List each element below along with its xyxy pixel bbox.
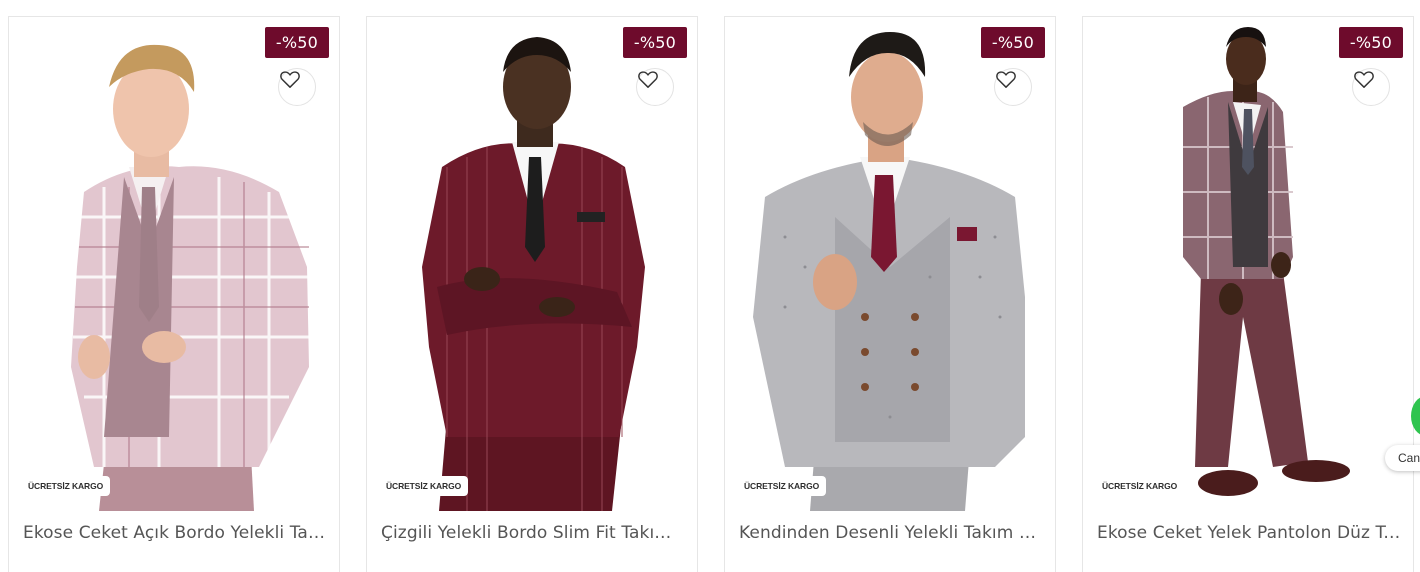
heart-icon — [280, 71, 300, 88]
free-shipping-badge: ÜCRETSİZ KARGO — [379, 476, 469, 496]
free-shipping-badge: ÜCRETSİZ KARGO — [737, 476, 827, 496]
product-card[interactable]: -%50 ÜCRETSİZ KARGO Ekose Ceket Açık Bor… — [8, 16, 340, 572]
heart-icon — [996, 71, 1016, 88]
favorite-button[interactable] — [636, 68, 674, 106]
product-card[interactable]: -%50 ÜCRETSİZ KARGO Ekose Ceket Yelek Pa… — [1082, 16, 1414, 572]
product-title[interactable]: Ekose Ceket Yelek Pantolon Düz Takım — [1097, 523, 1401, 543]
discount-badge: -%50 — [1339, 27, 1403, 58]
discount-badge: -%50 — [981, 27, 1045, 58]
product-image[interactable]: -%50 ÜCRETSİZ KARGO — [367, 17, 697, 511]
product-grid: -%50 ÜCRETSİZ KARGO Ekose Ceket Açık Bor… — [0, 0, 1420, 572]
heart-icon — [1354, 71, 1374, 88]
product-image[interactable]: -%50 ÜCRETSİZ KARGO — [9, 17, 339, 511]
discount-badge: -%50 — [265, 27, 329, 58]
heart-icon — [638, 71, 658, 88]
product-image[interactable]: -%50 ÜCRETSİZ KARGO — [725, 17, 1055, 511]
product-title[interactable]: Kendinden Desenli Yelekli Takım Elbise — [739, 523, 1043, 543]
product-image[interactable]: -%50 ÜCRETSİZ KARGO — [1083, 17, 1413, 511]
discount-badge: -%50 — [623, 27, 687, 58]
product-card[interactable]: -%50 ÜCRETSİZ KARGO Çizgili Yelekli Bord… — [366, 16, 698, 572]
chat-widget-label[interactable]: Can — [1385, 445, 1420, 471]
free-shipping-badge: ÜCRETSİZ KARGO — [1095, 476, 1185, 496]
favorite-button[interactable] — [994, 68, 1032, 106]
favorite-button[interactable] — [278, 68, 316, 106]
product-card[interactable]: -%50 ÜCRETSİZ KARGO Kendinden Desenli Ye… — [724, 16, 1056, 572]
product-title[interactable]: Çizgili Yelekli Bordo Slim Fit Takım Elb… — [381, 523, 685, 543]
favorite-button[interactable] — [1352, 68, 1390, 106]
free-shipping-badge: ÜCRETSİZ KARGO — [21, 476, 111, 496]
product-title[interactable]: Ekose Ceket Açık Bordo Yelekli Takım — [23, 523, 327, 543]
